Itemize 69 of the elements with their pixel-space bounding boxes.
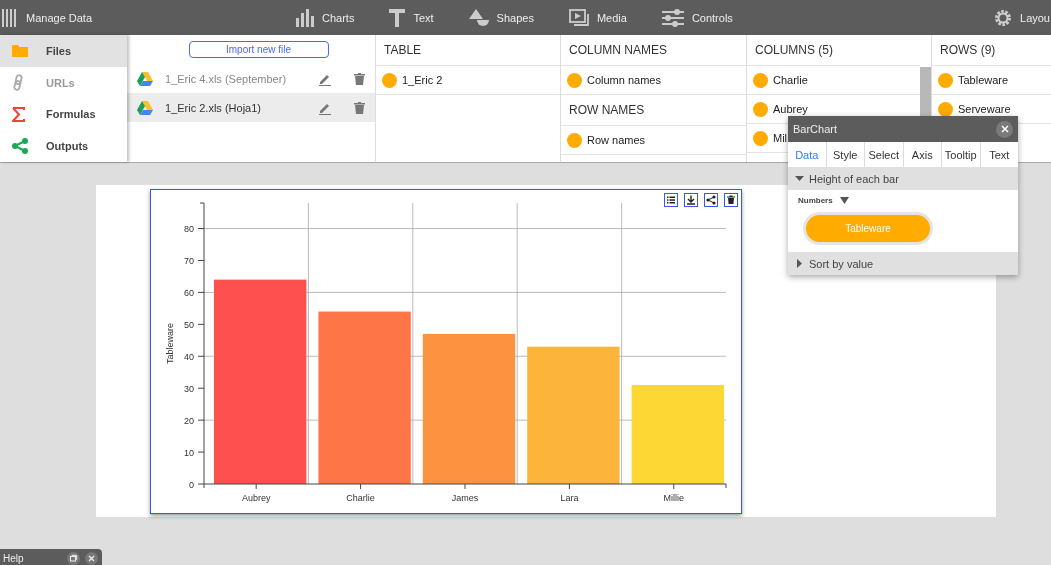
data-item[interactable]: Charlie (747, 66, 920, 95)
letter-t-icon (389, 8, 406, 27)
panel-heading: COLUMN NAMES (561, 35, 746, 66)
media-menu-button[interactable]: Media (568, 0, 627, 35)
sidebar-item[interactable]: Files (0, 35, 127, 67)
panel-heading: TABLE (376, 35, 560, 66)
collapsed-triangle-icon (795, 259, 804, 268)
controls-menu-button[interactable]: Controls (661, 0, 733, 35)
sliders-icon (661, 8, 684, 27)
x-tick-label: Millie (663, 493, 685, 503)
popup-title: BarChart (793, 123, 838, 135)
x-tick-label: Lara (560, 493, 579, 503)
y-tick-label: 60 (184, 287, 194, 298)
y-tick-label: 0 (189, 479, 194, 490)
section-header[interactable]: Sort by value (788, 252, 1018, 275)
popup-tab[interactable]: Text (980, 142, 1018, 167)
shapes-menu-button[interactable]: Shapes (468, 0, 534, 35)
shapes-icon (468, 8, 489, 27)
y-tick-label: 20 (184, 415, 194, 426)
expanded-triangle-icon (795, 174, 804, 183)
close-icon (1000, 125, 1009, 133)
sidebar-item[interactable]: Outputs (0, 130, 127, 162)
data-item[interactable]: Column names (561, 66, 746, 95)
file-name: 1_Eric 4.xls (September) (165, 72, 288, 85)
settings-icon (994, 8, 1012, 27)
link-icon (12, 74, 24, 92)
video-icon (568, 8, 589, 27)
manage-data-button[interactable]: Manage Data (0, 0, 200, 35)
panel-heading: COLUMNS (5) (747, 35, 920, 66)
y-axis-title: Tableware (165, 323, 175, 364)
charts-menu-button[interactable]: Charts (296, 0, 355, 35)
data-item[interactable]: Tableware (932, 66, 1051, 95)
y-tick-label: 40 (184, 351, 194, 362)
delete-icon[interactable] (724, 193, 738, 207)
bar-chart-icon (296, 8, 314, 27)
y-tick-label: 80 (184, 224, 194, 235)
help-title: Help (3, 552, 25, 564)
y-tick-label: 50 (184, 319, 194, 330)
caret-icon (839, 197, 849, 204)
share-icon (12, 138, 28, 155)
text-menu-button[interactable]: Text (389, 0, 434, 35)
data-item[interactable]: 1_Eric 2 (376, 66, 560, 95)
list-icon[interactable] (664, 193, 678, 207)
x-tick-label: Charlie (346, 493, 375, 503)
sigma-icon (12, 106, 25, 122)
x-tick-label: James (451, 493, 479, 503)
type-dropdown[interactable]: Numbers (798, 196, 849, 205)
y-tick-label: 10 (184, 447, 194, 458)
x-tick-label: Aubrey (241, 493, 271, 503)
panel-heading: ROW NAMES (561, 95, 746, 126)
file-row[interactable]: 1_Eric 2.xls (Hoja1) (127, 93, 375, 122)
bars-icon (2, 8, 18, 27)
download-icon[interactable] (684, 193, 698, 207)
drive-icon (137, 71, 153, 86)
y-tick-label: 30 (184, 383, 194, 394)
sidebar-item[interactable]: Formulas (0, 98, 127, 131)
import-file-button[interactable]: Import new file (188, 41, 329, 58)
folder-icon (12, 44, 28, 58)
file-name: 1_Eric 2.xls (Hoja1) (165, 101, 262, 114)
drive-icon (137, 100, 153, 115)
y-tick-label: 70 (184, 256, 194, 266)
panel-heading: ROWS (9) (932, 35, 1051, 66)
restore-icon[interactable] (67, 551, 80, 565)
section-header[interactable]: Height of each bar (788, 167, 1018, 190)
share-icon[interactable] (704, 193, 718, 207)
data-item[interactable]: Row names (561, 126, 746, 155)
close-button[interactable] (996, 120, 1013, 138)
layout-menu-button[interactable]: Layou (994, 0, 1050, 35)
close-icon[interactable] (85, 551, 98, 565)
